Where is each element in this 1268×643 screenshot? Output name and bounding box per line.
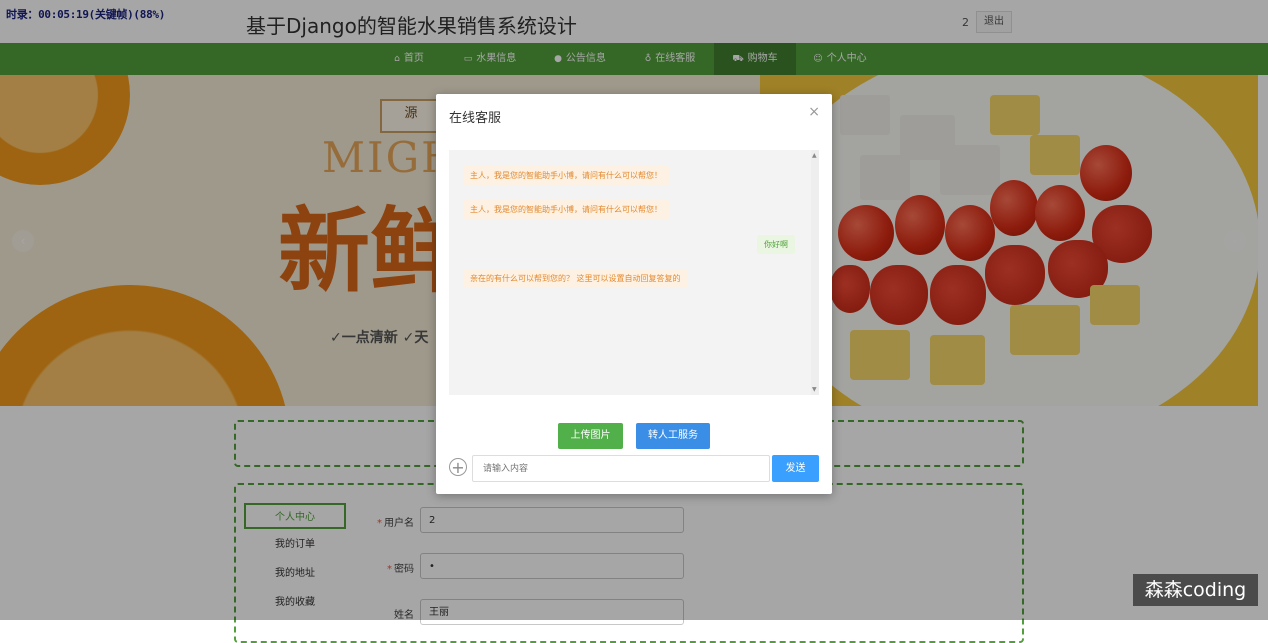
chat-messages: 主人，我是您的智能助手小博，请问有什么可以帮您！ 主人，我是您的智能助手小博，请…	[449, 150, 819, 395]
upload-image-button[interactable]: 上传图片	[558, 423, 623, 449]
chat-message-bot: 亲在的有什么可以帮到您的？ 这里可以设置自动回复答复的	[463, 269, 688, 288]
watermark: 森森coding	[1133, 574, 1258, 606]
chat-scrollbar[interactable]: ▲ ▼	[811, 150, 819, 395]
chat-message-user: 你好啊	[757, 235, 795, 254]
send-button[interactable]: 发送	[772, 455, 819, 482]
human-service-button[interactable]: 转人工服务	[636, 423, 710, 449]
add-attachment-icon[interactable]: +	[449, 458, 467, 476]
close-icon[interactable]: ×	[808, 104, 820, 120]
scroll-up-icon[interactable]: ▲	[812, 152, 817, 159]
modal-title: 在线客服	[449, 111, 502, 126]
chat-message-bot: 主人，我是您的智能助手小博，请问有什么可以帮您！	[463, 200, 669, 219]
chat-message-bot: 主人，我是您的智能助手小博，请问有什么可以帮您！	[463, 166, 669, 185]
scroll-down-icon[interactable]: ▼	[812, 386, 817, 393]
chat-input[interactable]	[472, 455, 770, 482]
chat-modal: 在线客服 × 主人，我是您的智能助手小博，请问有什么可以帮您！ 主人，我是您的智…	[436, 94, 832, 494]
